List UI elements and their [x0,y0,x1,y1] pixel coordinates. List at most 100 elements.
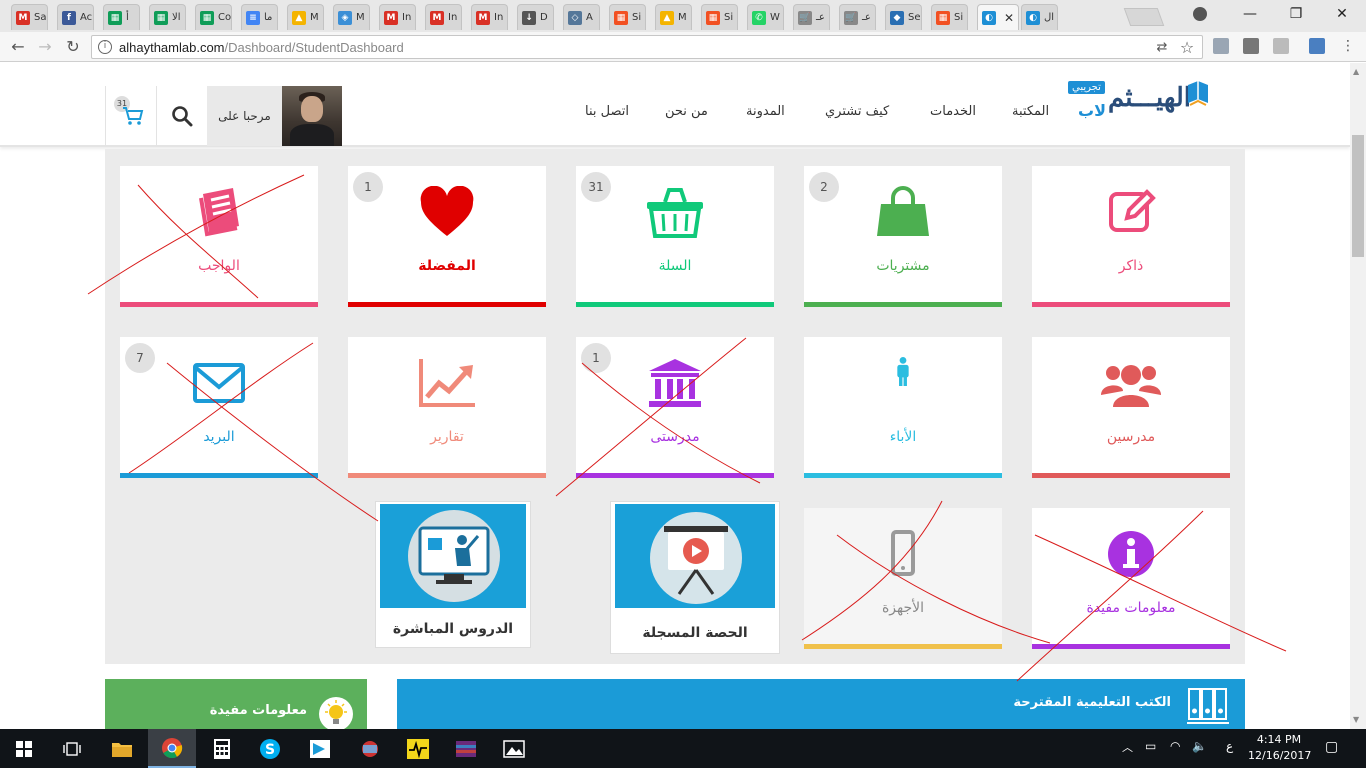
dashboard-card[interactable]: ذاكر [1032,166,1230,307]
browser-tab[interactable]: ▲ M [287,4,324,30]
browser-tab[interactable]: ◇ A [563,4,600,30]
dashboard-card[interactable]: البريد 7 [120,337,318,478]
app-button[interactable] [394,729,442,768]
nav-contact[interactable]: اتصل بنا [585,104,629,119]
dashboard-card[interactable]: السلة 31 [576,166,774,307]
tab-favicon-icon: ✆ [752,10,766,25]
suggested-books-panel[interactable]: الكتب التعليمية المقترحة [397,679,1245,729]
browser-tab[interactable]: 🛒 عـ [793,4,830,30]
address-bar[interactable]: i alhaythamlab.com/Dashboard/StudentDash… [91,35,1203,59]
dashboard-card[interactable]: الواجب [120,166,318,307]
browser-tab[interactable]: 🛒 عـ [839,4,876,30]
dashboard-card[interactable]: مدرسين [1032,337,1230,478]
browser-tab[interactable]: ▲ M [655,4,692,30]
browser-tab[interactable]: ≡ ما [241,4,278,30]
close-window-button[interactable]: ✕ [1320,0,1364,28]
reload-button[interactable]: ↻ [63,38,83,56]
avatar[interactable] [282,86,342,146]
scroll-down-arrow[interactable]: ▼ [1353,715,1359,724]
skype-button[interactable]: S [246,729,294,768]
useful-info-panel[interactable]: معلومات مفيدة [105,679,367,729]
system-clock[interactable]: 4:14 PM 12/16/2017 [1248,732,1311,764]
photos-button[interactable] [490,729,538,768]
maximize-button[interactable]: ❐ [1274,0,1318,28]
card-accent-bar [804,644,1002,649]
browser-tab[interactable]: M In [425,4,462,30]
browser-tab[interactable]: M In [379,4,416,30]
browser-tab[interactable]: M In [471,4,508,30]
app-button[interactable] [346,729,394,768]
browser-tab[interactable]: ▦ Si [931,4,968,30]
volume-icon[interactable]: 🔈 [1192,739,1207,753]
input-language[interactable]: ع [1226,739,1233,753]
browser-tab[interactable]: ◐ ✕ [977,4,1019,30]
app-button[interactable] [296,729,344,768]
battery-icon[interactable]: ▭ [1145,739,1156,753]
translate-icon[interactable]: ⇄ [1154,40,1170,56]
nav-about[interactable]: من نحن [665,104,708,119]
url-text[interactable]: alhaythamlab.com/Dashboard/StudentDashbo… [119,40,404,55]
browser-tab[interactable]: M Sa [11,4,48,30]
live-lessons-card[interactable]: الدروس المباشرة [375,501,531,648]
file-explorer-button[interactable] [98,729,146,768]
app-button[interactable] [442,729,490,768]
greeting-label[interactable]: مرحبا على [207,86,282,146]
dashboard-card[interactable]: الأجهزة [804,508,1002,649]
network-icon[interactable]: ◠ [1170,739,1180,753]
menu-icon[interactable]: ⋮ [1340,38,1356,54]
back-button[interactable]: ← [8,38,28,56]
nav-services[interactable]: الخدمات [930,104,976,119]
browser-tab[interactable]: ◈ M [333,4,370,30]
extension-icon[interactable] [1243,38,1259,54]
scroll-up-arrow[interactable]: ▲ [1353,67,1359,76]
forward-button[interactable]: → [35,38,55,56]
minimize-button[interactable]: — [1228,0,1272,28]
browser-tab[interactable]: ▦ Si [701,4,738,30]
dashboard-card[interactable]: الأباء [804,337,1002,478]
dashboard-grid: ذاكر مشتريات 2 السلة 31 المفضلة 1 الواجب مدرسين ا… [105,149,1245,664]
dashboard-card[interactable]: مدرستى 1 [576,337,774,478]
extension-icon[interactable] [1309,38,1325,54]
chart-line-icon [417,357,477,409]
dashboard-card[interactable]: تقارير [348,337,546,478]
dashboard-card[interactable]: مشتريات 2 [804,166,1002,307]
extension-icon[interactable] [1273,38,1289,54]
nav-library[interactable]: المكتبة [1012,104,1049,119]
dashboard-card[interactable]: معلومات مفيدة [1032,508,1230,649]
nav-blog[interactable]: المدونة [746,104,785,119]
notifications-icon[interactable]: ▢ [1325,739,1338,755]
extension-icon[interactable] [1213,38,1229,54]
dashboard-card[interactable]: المفضلة 1 [348,166,546,307]
tab-title: M [678,12,687,23]
recorded-lesson-card[interactable]: الحصة المسجلة [610,501,780,654]
cart-button[interactable]: 31 [105,86,157,146]
tab-favicon-icon: ▲ [660,10,674,25]
page-scrollbar[interactable]: ▲ ▼ [1350,63,1366,729]
card-label: الواجب [198,258,240,274]
bookmark-star-icon[interactable]: ☆ [1179,40,1195,56]
search-button[interactable] [157,86,207,146]
close-tab-icon[interactable]: ✕ [1004,11,1014,25]
browser-tab[interactable]: ▦ الا [149,4,186,30]
task-view-button[interactable] [48,729,96,768]
tray-chevron-icon[interactable]: ︿ [1122,739,1133,755]
site-info-icon[interactable]: i [98,40,112,54]
profile-icon[interactable] [1193,7,1207,21]
scroll-thumb[interactable] [1352,135,1364,257]
chrome-taskbar-button[interactable] [148,729,196,768]
site-logo[interactable]: تجريبي لاب الهيـــثم [1068,77,1248,127]
browser-tab[interactable]: ◆ Se [885,4,922,30]
browser-tab[interactable]: ▦ أ [103,4,140,30]
new-tab-button[interactable] [1123,8,1165,26]
nav-how-to-buy[interactable]: كيف تشتري [825,104,889,119]
card-label: ذاكر [1118,258,1144,274]
browser-tab[interactable]: ▦ Co [195,4,232,30]
browser-tab[interactable]: f Ac [57,4,94,30]
tab-favicon-icon: M [430,10,444,25]
browser-tab[interactable]: ◐ ال [1021,4,1058,30]
browser-tab[interactable]: ↓ D [517,4,554,30]
browser-tab[interactable]: ✆ W [747,4,784,30]
start-button[interactable] [0,729,48,768]
calculator-button[interactable] [198,729,246,768]
browser-tab[interactable]: ▦ Si [609,4,646,30]
